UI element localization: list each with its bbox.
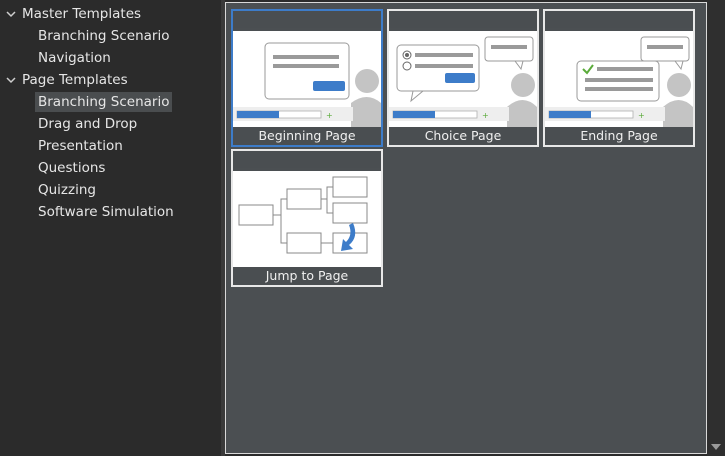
template-gallery: + Beginning Page + Choice Page + Ending … (225, 2, 707, 454)
template-card-beginning-page[interactable]: + Beginning Page (231, 9, 383, 147)
card-label: Ending Page (545, 127, 693, 145)
tree-item-software-simulation[interactable]: Software Simulation (35, 202, 177, 222)
tree-item-questions[interactable]: Questions (35, 158, 108, 178)
card-header-bar (233, 151, 381, 168)
tree-group-page-templates[interactable]: Page Templates (22, 70, 128, 90)
tree-group-master-templates[interactable]: Master Templates (22, 4, 141, 24)
chevron-down-icon[interactable] (5, 4, 17, 24)
card-header-bar (233, 11, 381, 28)
template-card-choice-page[interactable]: + Choice Page (387, 9, 539, 147)
card-label: Jump to Page (233, 267, 381, 285)
card-header-bar (545, 11, 693, 28)
svg-text:+: + (638, 111, 645, 120)
tree-item-master-branching-scenario[interactable]: Branching Scenario (35, 26, 172, 46)
tree-item-branching-scenario[interactable]: Branching Scenario (35, 92, 173, 112)
template-card-ending-page[interactable]: + Ending Page (543, 9, 695, 147)
svg-text:+: + (326, 111, 333, 120)
svg-text:+: + (482, 111, 489, 120)
template-card-jump-to-page[interactable]: Jump to Page (231, 149, 383, 287)
beginning-page-thumbnail-icon: + (233, 31, 381, 127)
template-tree: Master Templates Branching Scenario Navi… (0, 0, 221, 456)
chevron-down-icon[interactable] (5, 70, 17, 90)
card-header-bar (389, 11, 537, 28)
tree-item-drag-and-drop[interactable]: Drag and Drop (35, 114, 140, 134)
jump-to-page-thumbnail-icon (233, 171, 381, 267)
vertical-scrollbar[interactable] (707, 0, 725, 456)
card-label: Beginning Page (233, 127, 381, 145)
tree-item-quizzing[interactable]: Quizzing (35, 180, 99, 200)
tree-item-presentation[interactable]: Presentation (35, 136, 126, 156)
scroll-down-arrow-icon[interactable] (711, 444, 721, 450)
tree-item-navigation[interactable]: Navigation (35, 48, 114, 68)
choice-page-thumbnail-icon: + (389, 31, 537, 127)
ending-page-thumbnail-icon: + (545, 31, 693, 127)
card-label: Choice Page (389, 127, 537, 145)
